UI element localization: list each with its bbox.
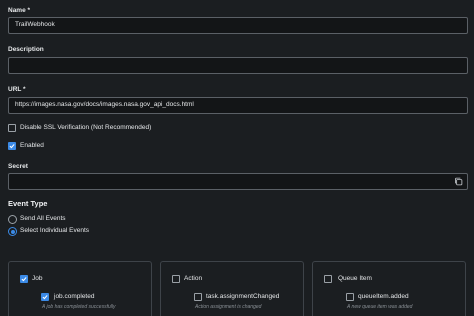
job-completed-description: A job has completed successfully bbox=[42, 304, 116, 310]
job-group-label: Job bbox=[32, 275, 43, 282]
secret-input[interactable] bbox=[8, 173, 468, 190]
secret-label: Secret bbox=[8, 163, 28, 170]
check-icon bbox=[42, 295, 48, 300]
name-input[interactable]: TrailWebhook bbox=[8, 17, 468, 34]
disable-ssl-label: Disable SSL Verification (Not Recommende… bbox=[20, 124, 152, 131]
job-group-checkbox[interactable] bbox=[20, 275, 28, 283]
queue-item-added-label: queueItem.added bbox=[358, 293, 409, 300]
send-all-events-radio[interactable] bbox=[8, 215, 17, 224]
event-type-heading: Event Type bbox=[8, 199, 48, 208]
send-all-events-label: Send All Events bbox=[20, 215, 66, 222]
name-label: Name * bbox=[8, 7, 31, 14]
job-completed-checkbox[interactable] bbox=[41, 293, 49, 301]
event-group-queue-item: Queue Item queueItem.added A new queue i… bbox=[312, 261, 466, 316]
check-icon bbox=[9, 144, 15, 149]
queue-item-group-label: Queue Item bbox=[338, 275, 372, 282]
queue-item-group-checkbox[interactable] bbox=[324, 275, 332, 283]
url-input-value: https://images.nasa.gov/docs/images.nasa… bbox=[15, 101, 194, 108]
description-label: Description bbox=[8, 46, 44, 53]
task-assignment-changed-description: Action assignment is changed bbox=[195, 304, 262, 310]
event-group-job: Job job.completed A job has completed su… bbox=[8, 261, 152, 316]
queue-item-added-description: A new queue item was added bbox=[347, 304, 413, 310]
action-group-label: Action bbox=[184, 275, 203, 282]
url-input[interactable]: https://images.nasa.gov/docs/images.nasa… bbox=[8, 97, 468, 114]
job-completed-label: job.completed bbox=[54, 293, 95, 300]
select-individual-events-label: Select Individual Events bbox=[20, 227, 90, 234]
name-input-value: TrailWebhook bbox=[15, 21, 55, 28]
select-individual-events-radio[interactable] bbox=[8, 227, 17, 236]
queue-item-added-checkbox[interactable] bbox=[346, 293, 354, 301]
copy-icon[interactable] bbox=[454, 177, 463, 186]
action-group-checkbox[interactable] bbox=[172, 275, 180, 283]
enabled-checkbox[interactable] bbox=[8, 142, 16, 150]
check-icon bbox=[21, 277, 27, 282]
task-assignment-changed-label: task.assignmentChanged bbox=[206, 293, 280, 300]
event-group-action: Action task.assignmentChanged Action ass… bbox=[160, 261, 304, 316]
task-assignment-changed-checkbox[interactable] bbox=[194, 293, 202, 301]
description-input[interactable] bbox=[8, 57, 468, 74]
disable-ssl-checkbox[interactable] bbox=[8, 124, 16, 132]
url-label: URL * bbox=[8, 86, 26, 93]
enabled-label: Enabled bbox=[20, 142, 44, 149]
